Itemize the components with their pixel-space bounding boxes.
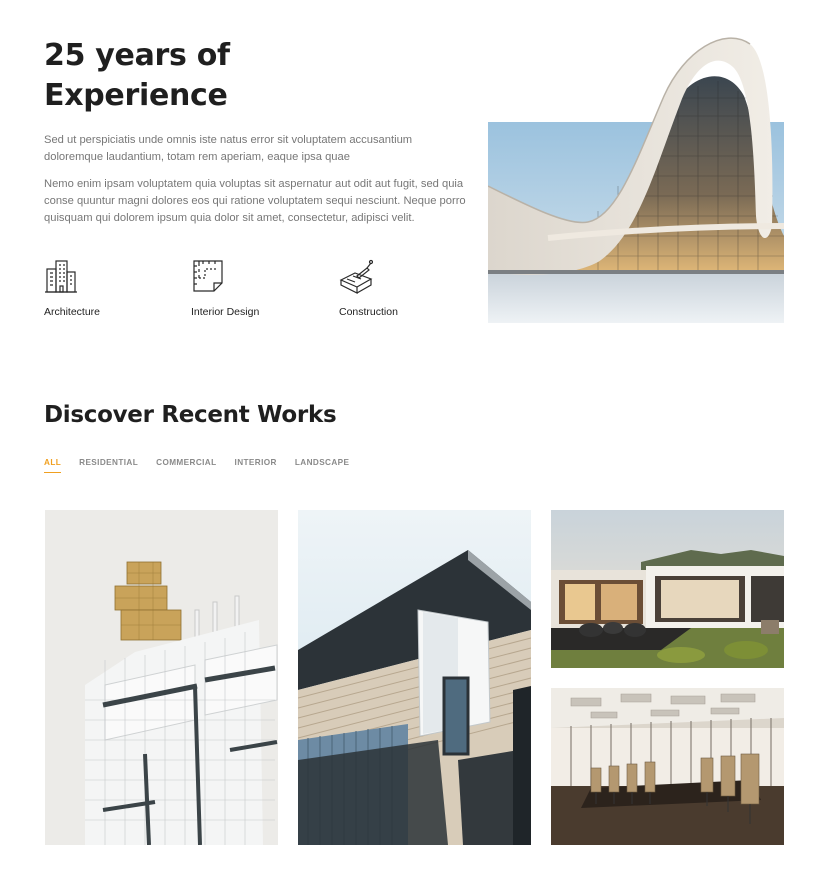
- filter-residential[interactable]: RESIDENTIAL: [79, 458, 138, 473]
- filter-interior[interactable]: INTERIOR: [235, 458, 277, 473]
- about-heading-line2: Experience: [44, 78, 228, 113]
- feature-architecture: Architecture: [44, 258, 184, 318]
- feature-label: Interior Design: [191, 306, 260, 318]
- works-filter-tabs: ALL RESIDENTIAL COMMERCIAL INTERIOR LAND…: [44, 458, 367, 473]
- feature-label: Architecture: [44, 306, 101, 318]
- about-heading: 25 years of Experience: [44, 36, 230, 116]
- feature-construction: Construction: [339, 258, 479, 318]
- filter-commercial[interactable]: COMMERCIAL: [156, 458, 216, 473]
- buildings-icon: [45, 260, 77, 293]
- work-tower-photo[interactable]: [45, 510, 278, 845]
- hero-building-photo: [488, 26, 784, 323]
- filter-all[interactable]: ALL: [44, 458, 62, 473]
- feature-interior-design: Interior Design: [191, 258, 331, 318]
- about-paragraph-2: Nemo enim ipsam voluptatem quia voluptas…: [44, 178, 466, 224]
- trowel-brick-icon: [339, 259, 373, 294]
- about-heading-line1: 25 years of: [44, 38, 230, 73]
- work-conference-room-photo[interactable]: [551, 688, 784, 845]
- feature-label: Construction: [339, 306, 398, 318]
- works-heading: Discover Recent Works: [44, 402, 337, 428]
- work-wood-house-photo[interactable]: [298, 510, 531, 845]
- blueprint-icon: [193, 260, 223, 292]
- work-modern-villa-photo[interactable]: [551, 510, 784, 668]
- about-paragraph-1: Sed ut perspiciatis unde omnis iste natu…: [44, 134, 413, 163]
- filter-landscape[interactable]: LANDSCAPE: [295, 458, 350, 473]
